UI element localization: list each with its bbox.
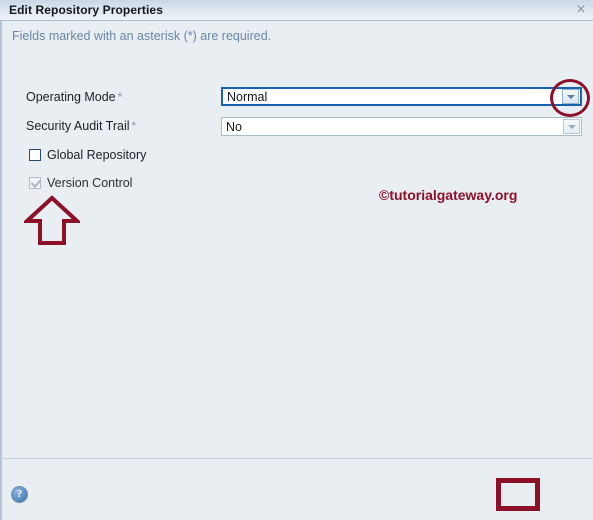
version-control-checkbox	[29, 177, 41, 189]
dialog-titlebar: Edit Repository Properties ×	[0, 0, 593, 21]
dialog-body: Fields marked with an asterisk (*) are r…	[0, 21, 593, 458]
security-audit-trail-dropdown[interactable]: No	[221, 117, 582, 136]
watermark-text: ©tutorialgateway.org	[379, 187, 518, 203]
chevron-down-icon	[566, 94, 575, 99]
security-audit-trail-dropdown-arrow[interactable]	[563, 119, 580, 134]
chevron-down-icon	[567, 124, 576, 129]
security-audit-trail-label-text: Security Audit Trail	[26, 119, 130, 133]
operating-mode-dropdown[interactable]: Normal	[221, 87, 582, 106]
operating-mode-label: Operating Mode *	[26, 90, 122, 104]
version-control-row: Version Control	[29, 176, 132, 190]
required-fields-note: Fields marked with an asterisk (*) are r…	[12, 29, 272, 43]
operating-mode-label-text: Operating Mode	[26, 90, 116, 104]
help-question-icon[interactable]: ?	[11, 486, 28, 503]
dialog-footer: ? OK Cancel	[0, 458, 593, 520]
security-audit-trail-value: No	[226, 119, 242, 134]
required-asterisk: *	[117, 90, 123, 104]
global-repository-label: Global Repository	[47, 148, 147, 162]
annotation-arrow-up	[24, 195, 80, 245]
edit-repository-properties-dialog: Edit Repository Properties × Fields mark…	[0, 0, 593, 520]
global-repository-row[interactable]: Global Repository	[29, 148, 146, 162]
operating-mode-dropdown-arrow[interactable]	[562, 89, 579, 104]
dialog-title: Edit Repository Properties	[9, 3, 163, 17]
security-audit-trail-label: Security Audit Trail *	[26, 119, 136, 133]
operating-mode-value: Normal	[227, 89, 268, 104]
required-asterisk: *	[131, 119, 137, 133]
global-repository-checkbox[interactable]	[29, 149, 41, 161]
close-icon[interactable]: ×	[574, 3, 588, 17]
version-control-label: Version Control	[47, 176, 133, 190]
